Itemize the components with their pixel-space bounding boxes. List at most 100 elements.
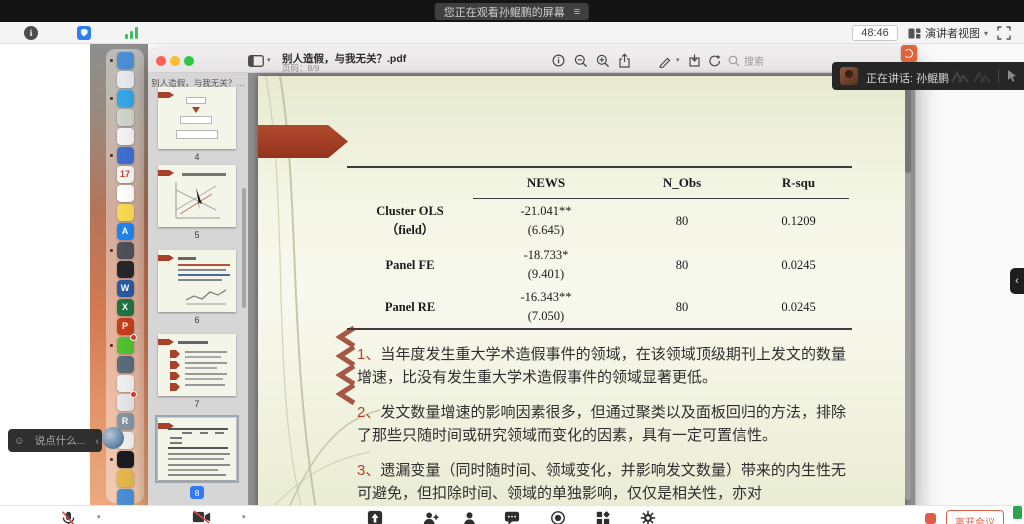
dock-icon-capture[interactable] [117,356,134,373]
slide-banner-mini [158,92,174,98]
minimize-button[interactable] [170,56,180,66]
meeting-info-icon[interactable]: i [24,26,38,40]
dock-icon-terminal[interactable] [117,261,134,278]
close-button[interactable] [156,56,166,66]
sidebar-scrollbar[interactable] [242,188,246,308]
dock-icon-screenshot[interactable] [117,109,134,126]
dock-icon-notes[interactable] [117,204,134,221]
floating-avatar-bubble[interactable] [102,427,124,449]
watching-screen-pill[interactable]: 您正在观看孙鲲鹏的屏幕 ≡ [435,3,589,20]
col-header-nobs: N_Obs [619,175,745,191]
dock-icon-reminders[interactable] [117,185,134,202]
notification-badge [130,334,137,341]
running-indicator [110,344,113,347]
share-icon[interactable] [618,53,631,68]
rotate-icon[interactable] [708,54,722,68]
sidebar-caret-icon[interactable]: ▾ [267,56,271,64]
running-indicator [110,59,113,62]
mic-muted-icon[interactable] [60,510,77,524]
dock-icon-calendar[interactable]: 17 [117,166,134,183]
invite-button[interactable] [422,510,439,524]
dock-icon-files[interactable] [117,489,134,506]
chat-button[interactable] [504,510,520,524]
chevron-left-icon: ‹ [1015,275,1019,287]
slide-paragraph-3: 3、遗漏变量（同时随时间、领域变化，并影响发文数量）带来的内生性无可避免，但扣除… [357,459,846,505]
speaker-avatar [840,67,858,85]
dock-icon-photos[interactable] [117,128,134,145]
meeting-bottom-bar: ▾ ▾ [0,505,1024,524]
leave-icon[interactable] [925,513,936,524]
dock-icon-camera[interactable] [117,451,134,468]
search-placeholder: 搜索 [744,53,764,68]
camera-muted-icon[interactable] [192,510,211,524]
dock-icon-widgets[interactable] [117,394,134,411]
running-indicator [110,97,113,100]
thumbnail-page-4[interactable] [158,87,236,149]
hand-cursor-icon[interactable] [1005,69,1019,83]
emoji-icon[interactable]: ☺ [14,435,25,447]
markup-caret-icon[interactable]: ▾ [676,56,680,64]
dock-icon-safari[interactable] [117,90,134,107]
fullscreen-icon[interactable] [997,26,1011,40]
participants-button[interactable] [462,510,477,524]
reaction-icon[interactable] [972,70,992,83]
slide-page: NEWS N_Obs R-squ Cluster OLS（field） -21.… [258,76,905,510]
pdf-window-toolbar: ▾ 别人造假，与我无关？.pdf 页码：8/9 ▾ [148,48,915,73]
dock-icon-powerpoint[interactable]: P [117,318,134,335]
search-field[interactable]: 搜索 [728,53,764,68]
dock-icon-globe[interactable] [117,242,134,259]
speaker-view-button[interactable]: 演讲者视图 ▾ [908,24,988,42]
thumbnail-page-8-badge: 8 [190,486,204,499]
record-button[interactable] [550,510,566,524]
chat-collapse-icon[interactable]: ‹ [96,435,100,447]
speaker-view-label: 演讲者视图 [925,25,980,41]
thumbnail-page-8-selected[interactable] [158,418,236,480]
panel-collapse-tab[interactable]: ‹ [1010,268,1024,294]
zoom-out-icon[interactable] [574,54,588,68]
dock-icon-finder[interactable] [117,52,134,69]
apps-button[interactable] [595,510,611,524]
table-row: Panel RE -16.343**(7.050) 80 0.0245 [347,286,852,328]
thumbnail-sidebar: 别人造假，与我无关？… 4 5 [148,73,248,510]
dock-icon-pixel-app[interactable] [117,470,134,487]
divider [998,69,999,83]
maximize-button[interactable] [184,56,194,66]
thumbnail-page-7-label: 7 [158,399,236,409]
floating-share-badge[interactable] [901,45,917,62]
thumbnail-page-6[interactable] [158,250,236,312]
leave-meeting-button[interactable]: 离开会议 [946,510,1004,524]
thumbnail-page-7[interactable] [158,334,236,396]
thumbnail-page-5[interactable] [158,165,236,227]
security-shield-icon[interactable] [77,26,91,40]
chat-input-overlay[interactable]: ☺ 说点什么... ‹ [8,429,102,452]
zoom-in-icon[interactable] [596,54,610,68]
dock-icon-music[interactable] [117,375,134,392]
meeting-timer: 48:46 [852,25,898,41]
settings-button[interactable] [640,510,656,524]
thumbnail-page-6-label: 6 [158,315,236,325]
dock-icon-excel[interactable]: X [117,299,134,316]
reaction-icon[interactable] [950,70,970,83]
info-icon[interactable] [552,54,565,67]
speaking-indicator: 正在讲话: 孙鲲鹏 [832,62,1024,90]
red-chevrons-decoration [340,328,354,403]
dock-icon-app-store[interactable]: A [117,223,134,240]
dock-icon-wechat[interactable] [117,337,134,354]
camera-options-caret[interactable]: ▾ [242,513,246,521]
network-signal-icon [125,26,141,40]
dock-icon-r-app[interactable]: R [117,413,134,430]
markup-pen-icon[interactable] [658,54,672,68]
sidebar-toggle-icon[interactable] [248,55,264,67]
share-screen-button[interactable] [367,510,383,524]
running-indicator [110,458,113,461]
content-scrollbar-thumb[interactable] [905,78,911,173]
table-header-rule [473,198,849,199]
export-icon[interactable] [688,53,701,68]
table-header-row: NEWS N_Obs R-squ [347,168,852,198]
thumbnail-page-4-label: 4 [158,152,236,162]
hamburger-menu-icon[interactable]: ≡ [574,6,580,18]
dock-icon-launchpad[interactable] [117,71,134,88]
dock-icon-tv[interactable] [117,147,134,164]
mic-options-caret[interactable]: ▾ [97,513,101,521]
dock-icon-word[interactable]: W [117,280,134,297]
